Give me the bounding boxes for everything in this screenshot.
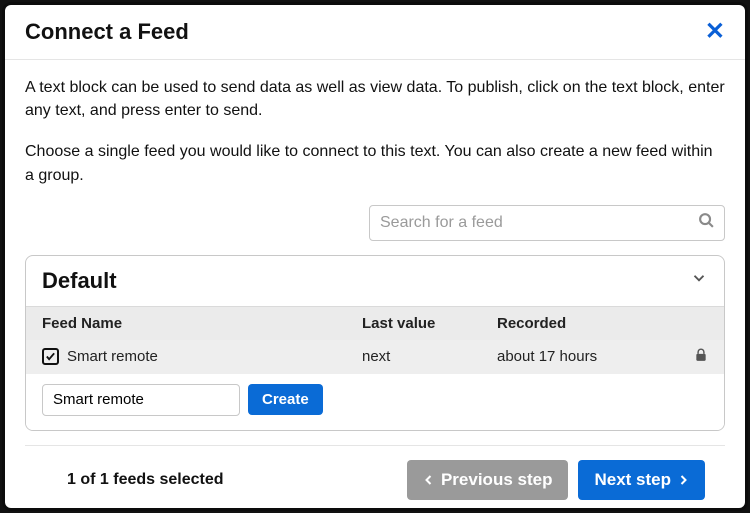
chevron-right-icon [677,474,689,486]
col-header-name: Feed Name [42,315,362,332]
feed-checkbox[interactable] [42,348,59,365]
search-row [25,205,725,241]
search-wrap [369,205,725,241]
footer-actions: Previous step Next step [407,460,705,500]
previous-step-label: Previous step [441,470,553,490]
feed-group-panel: Default Feed Name Last value Recorded [25,255,725,431]
col-header-last: Last value [362,315,497,332]
group-header[interactable]: Default [26,256,724,306]
search-input[interactable] [369,205,725,241]
create-feed-row: Create [26,374,724,430]
new-feed-input[interactable] [42,384,240,416]
modal-title: Connect a Feed [25,19,189,45]
description-1: A text block can be used to send data as… [25,76,725,122]
next-step-label: Next step [594,470,671,490]
chevron-down-icon [690,269,708,292]
group-title: Default [42,268,117,294]
col-header-lock [684,315,708,332]
next-step-button[interactable]: Next step [578,460,705,500]
previous-step-button[interactable]: Previous step [407,460,569,500]
col-header-recorded: Recorded [497,315,684,332]
chevron-left-icon [423,474,435,486]
modal-footer: 1 of 1 feeds selected Previous step Next… [25,445,725,508]
modal-body: A text block can be used to send data as… [5,60,745,508]
selection-status: 1 of 1 feeds selected [45,471,224,489]
feed-name: Smart remote [67,348,158,365]
table-header: Feed Name Last value Recorded [26,306,724,340]
feed-recorded: about 17 hours [497,348,684,365]
table-row[interactable]: Smart remote next about 17 hours [26,340,724,374]
search-icon [698,212,715,234]
lock-icon [694,349,708,366]
connect-feed-modal: Connect a Feed ✕ A text block can be use… [5,5,745,508]
create-button[interactable]: Create [248,384,323,415]
description-2: Choose a single feed you would like to c… [25,140,725,186]
feed-last-value: next [362,348,497,365]
close-icon[interactable]: ✕ [705,20,725,44]
modal-header: Connect a Feed ✕ [5,5,745,60]
